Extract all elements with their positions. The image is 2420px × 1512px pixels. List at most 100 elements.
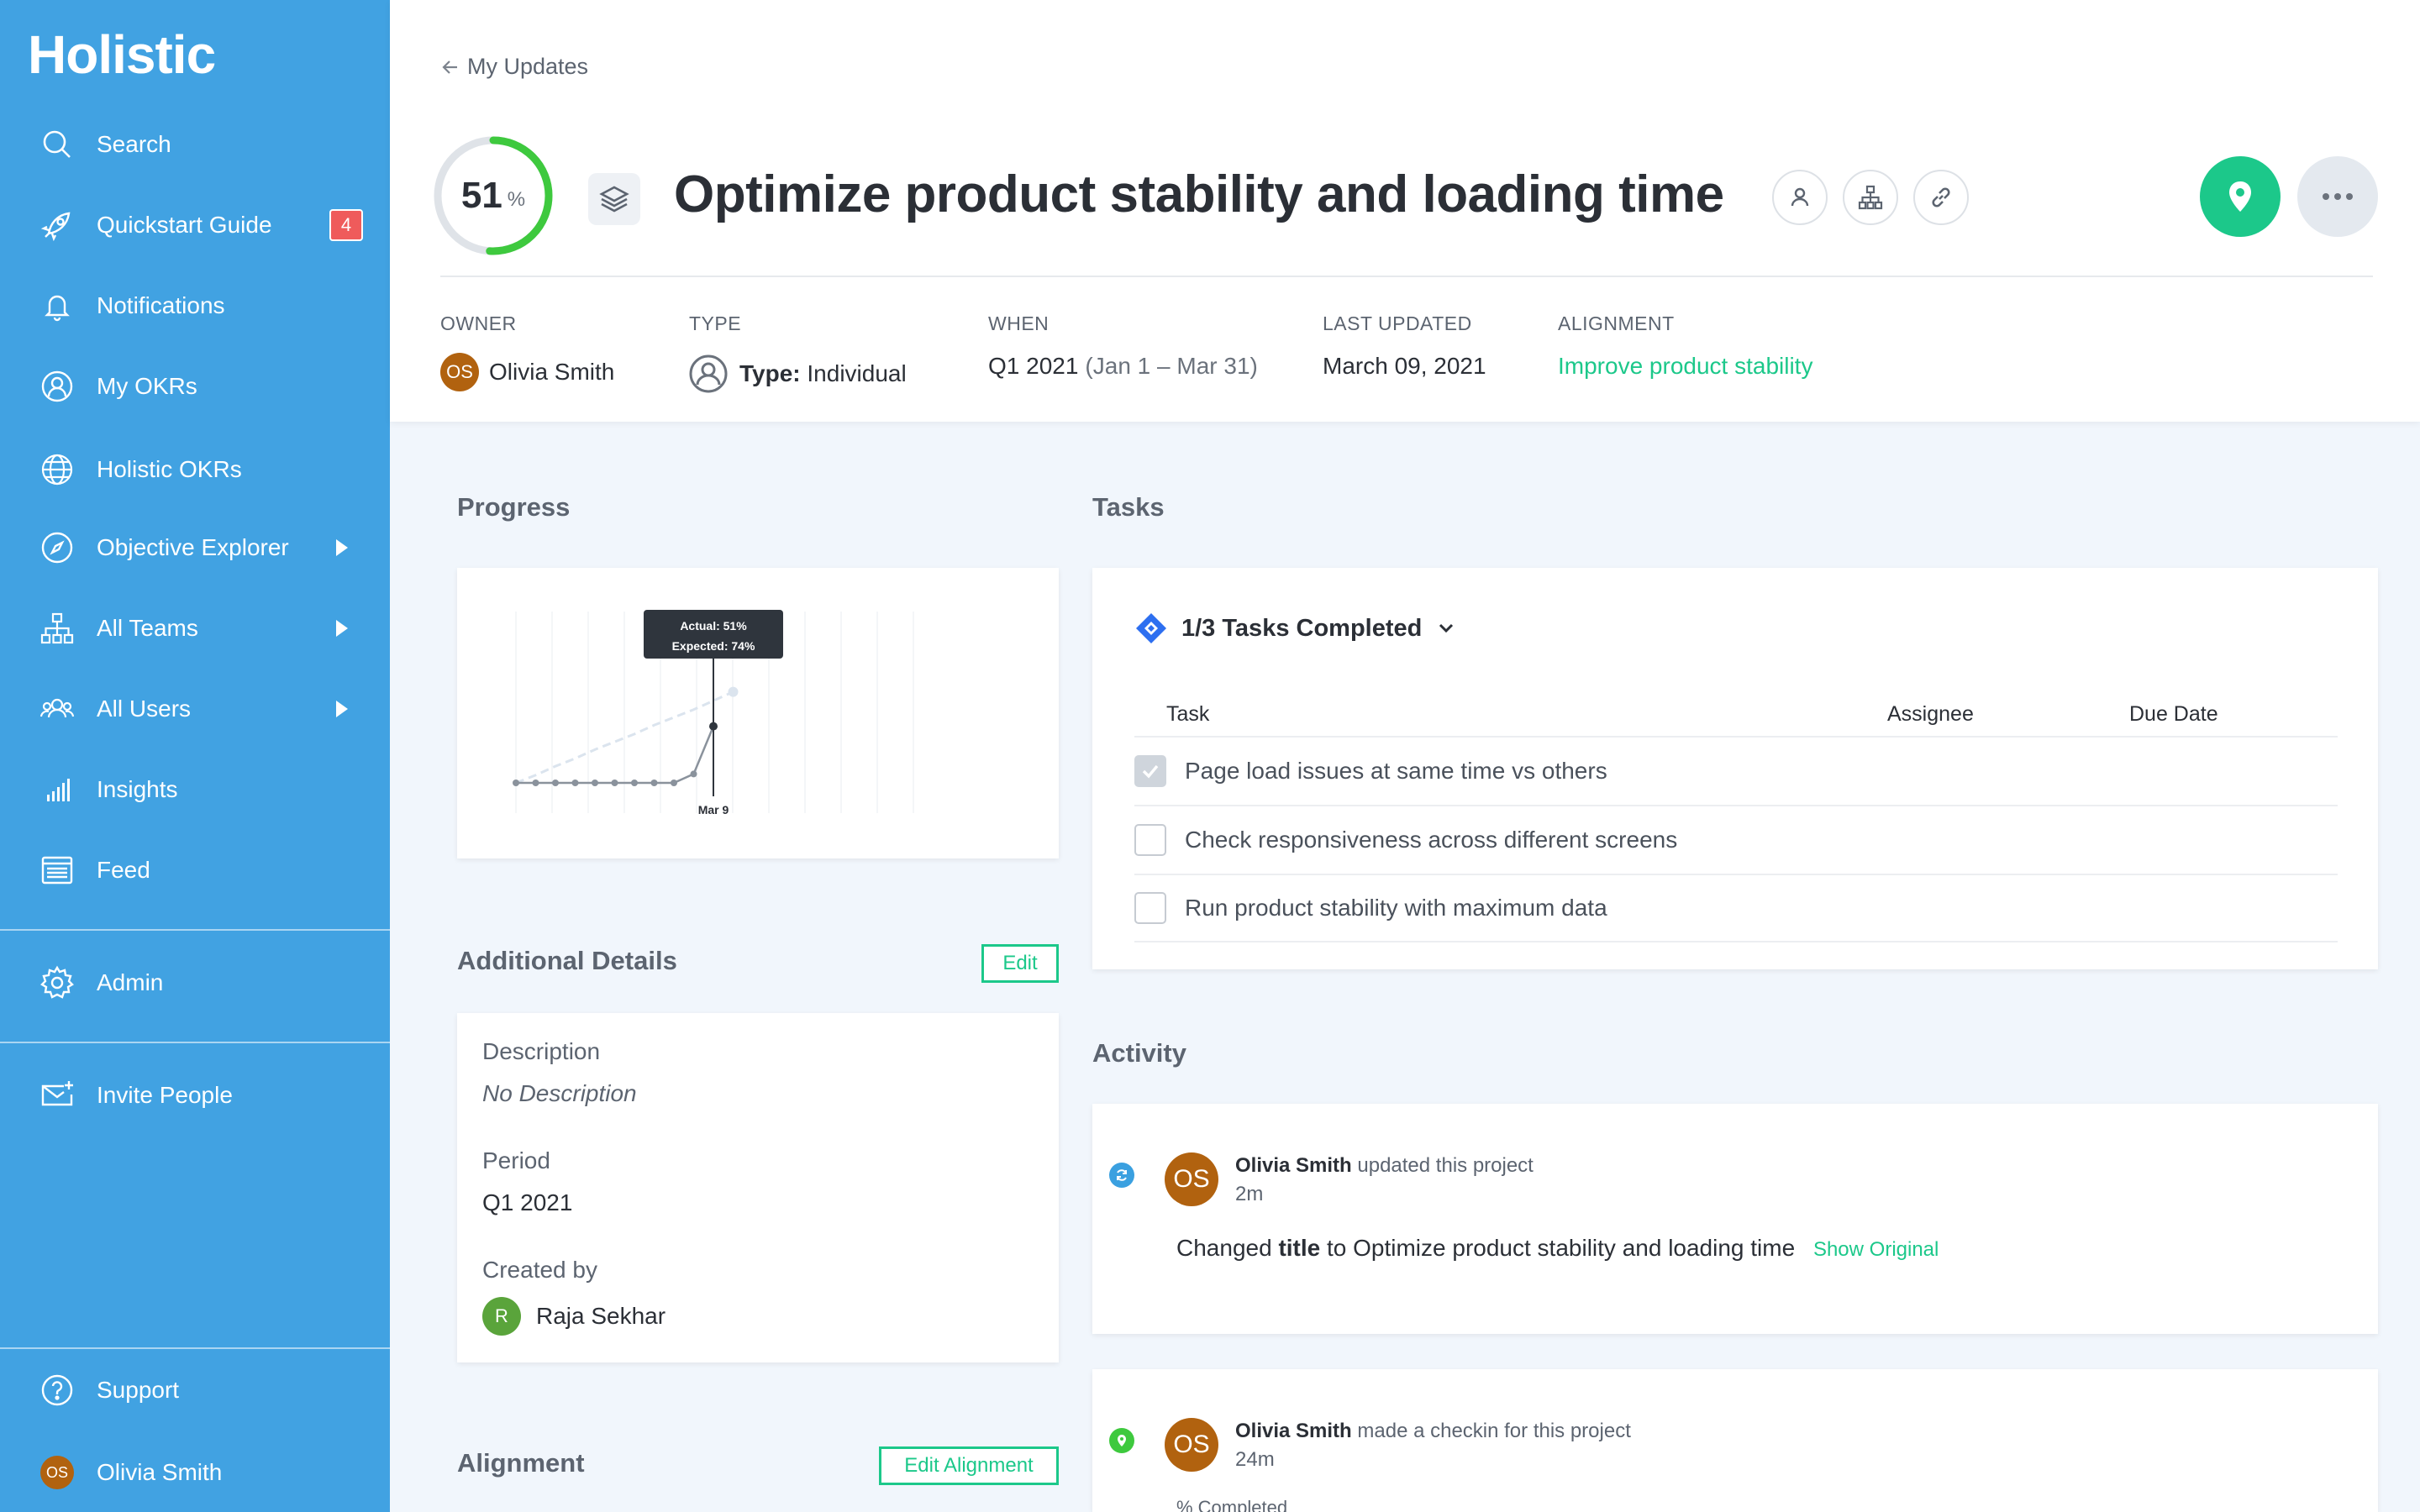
edit-alignment-button[interactable]: Edit Alignment: [879, 1446, 1059, 1485]
copy-link-button[interactable]: [1913, 170, 1969, 225]
avatar: OS: [37, 1452, 77, 1493]
alignment-label: ALIGNMENT: [1558, 312, 1675, 334]
details-section-title: Additional Details: [457, 946, 677, 975]
progress-ring: 51 %: [432, 134, 555, 257]
when-label: WHEN: [988, 312, 1050, 334]
activity-section-title: Activity: [1092, 1038, 1186, 1068]
project-header: My Updates 51 % Optimize product stabili…: [390, 0, 2420, 422]
table-row: Page load issues at same time vs others: [1134, 736, 2338, 805]
avatar: OS: [440, 353, 479, 391]
sidebar-item-holistic-okrs[interactable]: Holistic OKRs: [0, 436, 390, 503]
avatar[interactable]: OS: [1165, 1418, 1218, 1472]
jira-diamond-icon: [1136, 613, 1166, 643]
sidebar-user-profile[interactable]: OS Olivia Smith: [0, 1439, 390, 1506]
sidebar-item-invite-people[interactable]: Invite People: [0, 1062, 390, 1129]
activity-headline: Olivia Smith made a checkin for this pro…: [1235, 1420, 1631, 1443]
type-label: TYPE: [689, 312, 742, 334]
sidebar-item-search[interactable]: Search: [0, 111, 390, 178]
hierarchy-button[interactable]: [1843, 170, 1898, 225]
activity-headline: Olivia Smith updated this project: [1235, 1154, 1534, 1178]
edit-details-button[interactable]: Edit: [981, 944, 1059, 983]
sidebar: Holistic Search Quickstart Guide 4 Notif…: [0, 0, 390, 1512]
org-chart-icon: [1858, 185, 1883, 210]
search-icon: [37, 124, 77, 165]
breadcrumb[interactable]: My Updates: [440, 54, 588, 80]
activity-change: Changed title to Optimize product stabil…: [1176, 1235, 1939, 1262]
org-chart-icon: [37, 608, 77, 648]
sidebar-divider: [0, 929, 390, 931]
sidebar-item-notifications[interactable]: Notifications: [0, 272, 390, 339]
activity-item: OS Olivia Smith updated this project 2m …: [1092, 1104, 2378, 1334]
project-type-button[interactable]: [588, 173, 640, 225]
sidebar-item-all-users[interactable]: All Users: [0, 675, 390, 743]
activity-detail-label: % Completed: [1176, 1497, 1288, 1512]
user-circle-icon: [689, 354, 728, 393]
sidebar-item-objective-explorer[interactable]: Objective Explorer: [0, 514, 390, 581]
chart-point-actual: [690, 770, 697, 778]
activity-time: 24m: [1235, 1448, 1275, 1471]
chart-point-actual: [631, 780, 638, 786]
period-value: Q1 2021: [482, 1189, 573, 1215]
description-value: No Description: [482, 1080, 637, 1106]
sidebar-item-insights[interactable]: Insights: [0, 756, 390, 823]
sidebar-item-all-teams[interactable]: All Teams: [0, 595, 390, 662]
ellipsis-icon: [2323, 193, 2353, 200]
sidebar-item-support[interactable]: Support: [0, 1357, 390, 1424]
expand-caret-icon[interactable]: [336, 620, 348, 637]
map-pin-icon: [1109, 1428, 1134, 1453]
avatar[interactable]: OS: [1165, 1152, 1218, 1206]
sidebar-item-my-okrs[interactable]: My OKRs: [0, 353, 390, 420]
notification-count-badge: 4: [329, 209, 363, 241]
chart-point-actual: [532, 780, 539, 786]
show-original-link[interactable]: Show Original: [1813, 1238, 1939, 1261]
task-checkbox[interactable]: [1134, 892, 1166, 924]
checkin-button[interactable]: [2200, 156, 2281, 237]
activity-user[interactable]: Olivia Smith: [1235, 1154, 1352, 1177]
task-title[interactable]: Run product stability with maximum data: [1185, 895, 1607, 921]
assign-owner-button[interactable]: [1772, 170, 1828, 225]
alignment-link[interactable]: Improve product stability: [1558, 353, 1812, 380]
map-pin-icon: [2229, 181, 2251, 212]
progress-value: 51: [460, 175, 502, 216]
globe-icon: [37, 449, 77, 490]
task-title[interactable]: Check responsiveness across different sc…: [1185, 827, 1677, 853]
type-value: Type: Individual: [687, 353, 907, 395]
gear-icon: [37, 963, 77, 1003]
compass-icon: [37, 528, 77, 568]
progress-chart-card: Mar 9 Actual: 51% Expected: 74%: [457, 568, 1059, 858]
activity-time: 2m: [1235, 1183, 1264, 1205]
help-circle-icon: [37, 1370, 77, 1410]
app-logo[interactable]: Holistic: [28, 24, 216, 86]
check-icon: [1142, 764, 1159, 779]
alignment-section-title: Alignment: [457, 1448, 585, 1478]
sidebar-item-label: All Teams: [97, 615, 198, 641]
expand-caret-icon[interactable]: [336, 701, 348, 717]
tasks-summary-dropdown[interactable]: 1/3 Tasks Completed: [1134, 612, 1457, 645]
sidebar-item-feed[interactable]: Feed: [0, 837, 390, 904]
task-checkbox[interactable]: [1134, 755, 1166, 787]
creator-name: Raja Sekhar: [536, 1303, 666, 1329]
chart-point-expected: [728, 686, 739, 697]
table-row: Run product stability with maximum data: [1134, 874, 2338, 942]
progress-chart: Mar 9 Actual: 51% Expected: 74%: [513, 610, 914, 816]
progress-section-title: Progress: [457, 492, 571, 522]
sidebar-item-admin[interactable]: Admin: [0, 949, 390, 1016]
when-value: Q1 2021 (Jan 1 – Mar 31): [988, 353, 1258, 380]
sidebar-item-label: Quickstart Guide: [97, 212, 272, 238]
task-checkbox[interactable]: [1134, 824, 1166, 856]
activity-user[interactable]: Olivia Smith: [1235, 1420, 1352, 1442]
task-title[interactable]: Page load issues at same time vs others: [1185, 758, 1607, 785]
details-card: Description No Description Period Q1 202…: [457, 1013, 1059, 1362]
change-field: title: [1278, 1235, 1321, 1261]
owner-value[interactable]: OS Olivia Smith: [440, 353, 614, 391]
progress-unit: %: [507, 188, 526, 211]
expand-caret-icon[interactable]: [336, 539, 348, 556]
feed-icon: [37, 850, 77, 890]
sidebar-item-quickstart[interactable]: Quickstart Guide 4: [0, 192, 390, 259]
last-updated-value: March 09, 2021: [1323, 353, 1486, 379]
arrow-left-icon: [442, 60, 457, 74]
created-by-value[interactable]: R Raja Sekhar: [482, 1297, 666, 1336]
more-options-button[interactable]: [2297, 156, 2378, 237]
sidebar-item-label: Search: [97, 131, 171, 157]
chart-point-actual: [552, 780, 559, 786]
